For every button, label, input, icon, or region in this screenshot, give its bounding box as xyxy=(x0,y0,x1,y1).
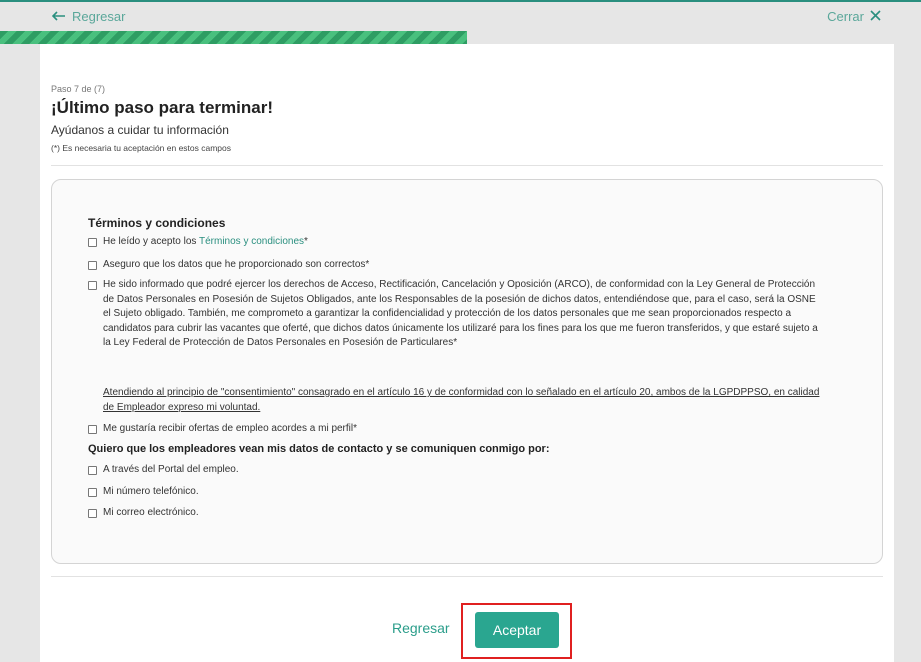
contact-portal-checkbox[interactable] xyxy=(88,466,97,475)
offers-label: Me gustaría recibir ofertas de empleo ac… xyxy=(103,423,358,434)
data-correct-row: Aseguro que los datos que he proporciona… xyxy=(88,258,369,273)
contact-option-portal: A través del Portal del empleo. xyxy=(88,463,239,478)
page-title: ¡Último paso para terminar! xyxy=(51,98,273,117)
contact-email-label: Mi correo electrónico. xyxy=(103,507,199,518)
form-card: Paso 7 de (7) ¡Último paso para terminar… xyxy=(40,44,894,662)
terms-heading: Términos y condiciones xyxy=(88,216,226,230)
progress-fill xyxy=(0,31,467,44)
back-button[interactable]: Regresar xyxy=(392,620,450,636)
terms-panel: Términos y condiciones He leído y acepto… xyxy=(51,179,883,564)
terms-accept-suffix: * xyxy=(304,236,308,247)
data-correct-label: Aseguro que los datos que he proporciona… xyxy=(103,259,370,270)
contact-option-email: Mi correo electrónico. xyxy=(88,506,199,521)
arrow-left-icon xyxy=(51,9,66,24)
terms-accept-prefix: He leído y acepto los xyxy=(103,236,199,247)
arco-row: He sido informado que podré ejercer los … xyxy=(88,278,823,351)
progress-bar xyxy=(0,31,921,44)
contact-option-phone: Mi número telefónico. xyxy=(88,485,199,500)
top-close-link[interactable]: Cerrar xyxy=(827,9,881,24)
top-back-link[interactable]: Regresar xyxy=(51,9,126,24)
terms-link[interactable]: Términos y condiciones xyxy=(199,236,304,247)
contact-portal-label: A través del Portal del empleo. xyxy=(103,464,239,475)
top-back-label: Regresar xyxy=(72,9,126,24)
contact-heading: Quiero que los empleadores vean mis dato… xyxy=(88,443,550,455)
data-correct-checkbox[interactable] xyxy=(88,261,97,270)
arco-checkbox[interactable] xyxy=(88,281,97,290)
contact-phone-checkbox[interactable] xyxy=(88,488,97,497)
contact-phone-label: Mi número telefónico. xyxy=(103,486,199,497)
terms-accept-row: He leído y acepto los Términos y condici… xyxy=(88,235,308,250)
offers-checkbox[interactable] xyxy=(88,425,97,434)
terms-accept-label: He leído y acepto los Términos y condici… xyxy=(103,235,308,250)
top-close-label: Cerrar xyxy=(827,9,864,24)
top-bar: Regresar Cerrar xyxy=(0,0,921,30)
required-note: (*) Es necesaria tu aceptación en estos … xyxy=(51,143,232,153)
page-subtitle: Ayúdanos a cuidar tu información xyxy=(51,123,229,137)
consent-statement: Atendiendo al principio de "consentimien… xyxy=(103,387,820,413)
contact-email-checkbox[interactable] xyxy=(88,509,97,518)
arco-text: He sido informado que podré ejercer los … xyxy=(103,279,818,348)
footer-divider xyxy=(51,576,883,577)
step-indicator: Paso 7 de (7) xyxy=(51,84,106,94)
divider xyxy=(51,165,883,166)
close-icon xyxy=(870,9,881,24)
offers-row: Me gustaría recibir ofertas de empleo ac… xyxy=(88,422,357,437)
accept-button[interactable]: Aceptar xyxy=(475,612,559,648)
terms-accept-checkbox[interactable] xyxy=(88,238,97,247)
